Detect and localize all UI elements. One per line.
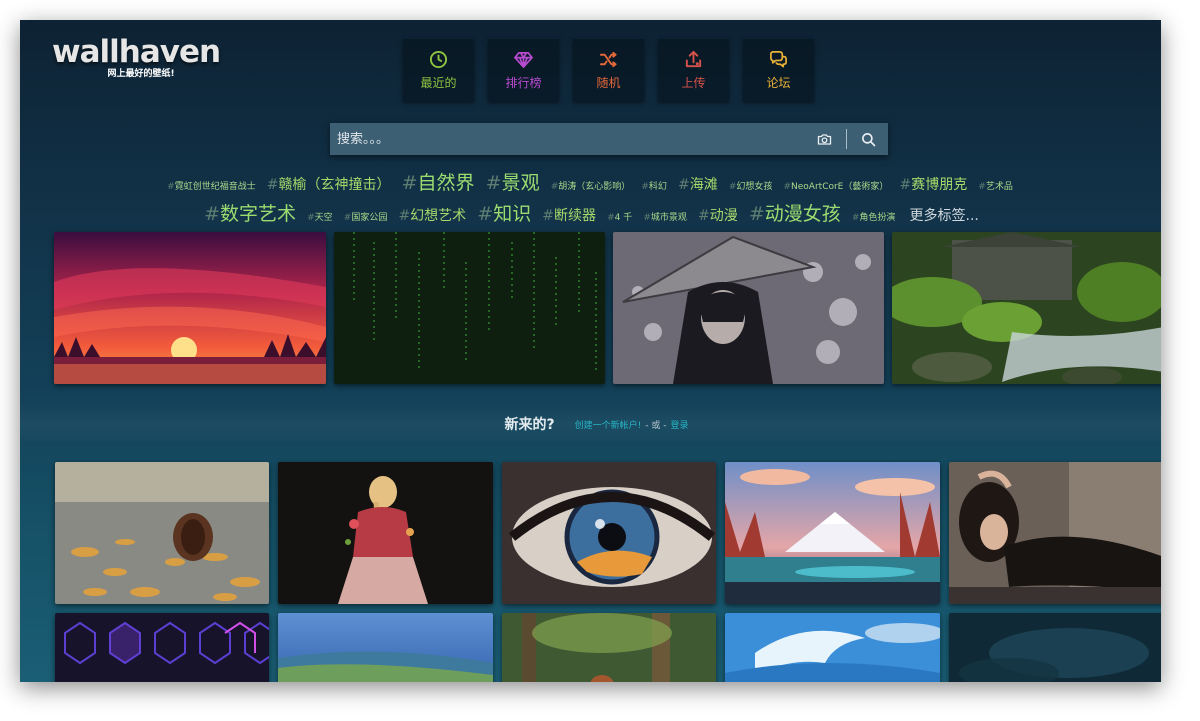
tag-link[interactable]: #景观 [486,172,540,194]
wallpaper-image [55,613,269,682]
camera-icon[interactable] [817,132,832,147]
logo-text: wallhaven [52,34,221,70]
main-nav: 最近的 排行榜 随机 上传 论坛 [403,39,814,101]
tags-row-2: #数字艺术 #天空 #国家公园 #幻想艺术 #知识 #断续器 #4 千 #城市景… [115,201,1065,232]
tag-link[interactable]: #国家公园 [344,213,388,223]
tag-link[interactable]: #数字艺术 [204,203,296,225]
tag-link[interactable]: #4 千 [607,213,632,223]
wallpaper-image [278,462,493,604]
wallpaper-thumb-flower-girl[interactable] [278,462,493,604]
wallpaper-image [725,613,940,682]
wallpaper-thumb-blue-field[interactable] [278,613,493,682]
wallpaper-thumb-dark-sky[interactable] [949,613,1161,682]
wallpaper-image [54,232,326,384]
wallpaper-image [278,613,493,682]
tag-link[interactable]: #艺术品 [978,182,1013,192]
tag-link[interactable]: #自然界 [402,172,475,194]
search-icon[interactable] [861,132,876,147]
nav-random-label: 随机 [596,75,621,90]
chat-icon [770,50,787,67]
wallpaper-thumb-woman-lying[interactable] [949,462,1161,604]
featured-wallpaper-mossy-stream[interactable] [892,232,1161,384]
wallpaper-image [949,613,1161,682]
wallpaper-thumb-mountain-lake[interactable] [725,462,940,604]
browser-page: wallhaven 网上最好的壁纸! 最近的 排行榜 随机 上传 论坛 搜索。。… [20,20,1161,682]
more-tags-link[interactable]: 更多标签... [910,208,979,224]
nav-forums-button[interactable]: 论坛 [743,39,814,101]
wallpaper-image [502,462,716,604]
new-user-banner: 新来的? 创建一个新帐户! - 或 - 登录 [20,403,1161,445]
nav-toplist-label: 排行榜 [505,75,542,90]
site-logo[interactable]: wallhaven 网上最好的壁纸! [52,34,221,79]
shuffle-icon [599,51,617,67]
tag-link[interactable]: #天空 [307,213,333,223]
nav-forums-label: 论坛 [766,75,791,90]
tag-link[interactable]: #赣榆（玄神撞击） [267,177,391,193]
wallpaper-thumb-pinecone[interactable] [55,462,269,604]
wallpaper-image [725,462,940,604]
tag-link[interactable]: #海滩 [678,177,718,193]
wallpaper-thumb-wave[interactable] [725,613,940,682]
tag-link[interactable]: #知识 [477,203,531,225]
nav-latest-button[interactable]: 最近的 [403,39,474,101]
tag-link[interactable]: #NeoArtCorE（藝術家） [783,182,888,192]
featured-wallpaper-sunset[interactable] [54,232,326,384]
nav-upload-button[interactable]: 上传 [658,39,729,101]
login-link[interactable]: 登录 [670,418,688,431]
tag-link[interactable]: #霓虹创世纪福音战士 [167,182,256,192]
nav-upload-label: 上传 [681,75,706,90]
nav-toplist-button[interactable]: 排行榜 [488,39,559,101]
tag-link[interactable]: #断续器 [542,208,596,224]
new-user-title: 新来的? [504,417,555,433]
wallpaper-image [949,462,1161,604]
signup-link[interactable]: 创建一个新帐户! [575,418,642,431]
search-input[interactable] [330,122,817,156]
featured-wallpaper-matrix[interactable] [334,232,605,384]
tag-link[interactable]: #幻想女孩 [729,182,773,192]
wallpaper-image [892,232,1161,384]
wallpaper-image [502,613,716,682]
search-divider [846,129,847,149]
upload-icon [685,50,702,67]
popular-tags: #霓虹创世纪福音战士 #赣榆（玄神撞击） #自然界 #景观 #胡涛（玄心影响） … [115,170,1065,232]
tag-link[interactable]: #城市景观 [643,213,687,223]
wallpaper-image [334,232,605,384]
tag-link[interactable]: #角色扮演 [852,213,896,223]
tag-link[interactable]: #科幻 [641,182,667,192]
tags-row-1: #霓虹创世纪福音战士 #赣榆（玄神撞击） #自然界 #景观 #胡涛（玄心影响） … [115,170,1065,201]
tag-link[interactable]: #动漫女孩 [749,203,841,225]
tag-link[interactable]: #赛博朋克 [899,177,967,193]
diamond-icon [514,51,533,68]
wallpaper-thumb-forest-girl[interactable] [502,613,716,682]
wallpaper-thumb-eye[interactable] [502,462,716,604]
tag-link[interactable]: #动漫 [698,208,738,224]
tag-link[interactable]: #幻想艺术 [398,208,466,224]
wallpaper-thumb-hexagon-neon[interactable] [55,613,269,682]
nav-latest-label: 最近的 [420,75,457,90]
wallpaper-image [55,462,269,604]
nav-random-button[interactable]: 随机 [573,39,644,101]
clock-icon [429,50,448,68]
search-bar [330,122,888,156]
or-separator: - 或 - [645,420,667,431]
featured-wallpaper-anime-girl-hat[interactable] [613,232,884,384]
wallpaper-image [613,232,884,384]
tag-link[interactable]: #胡涛（玄心影响） [551,182,631,192]
